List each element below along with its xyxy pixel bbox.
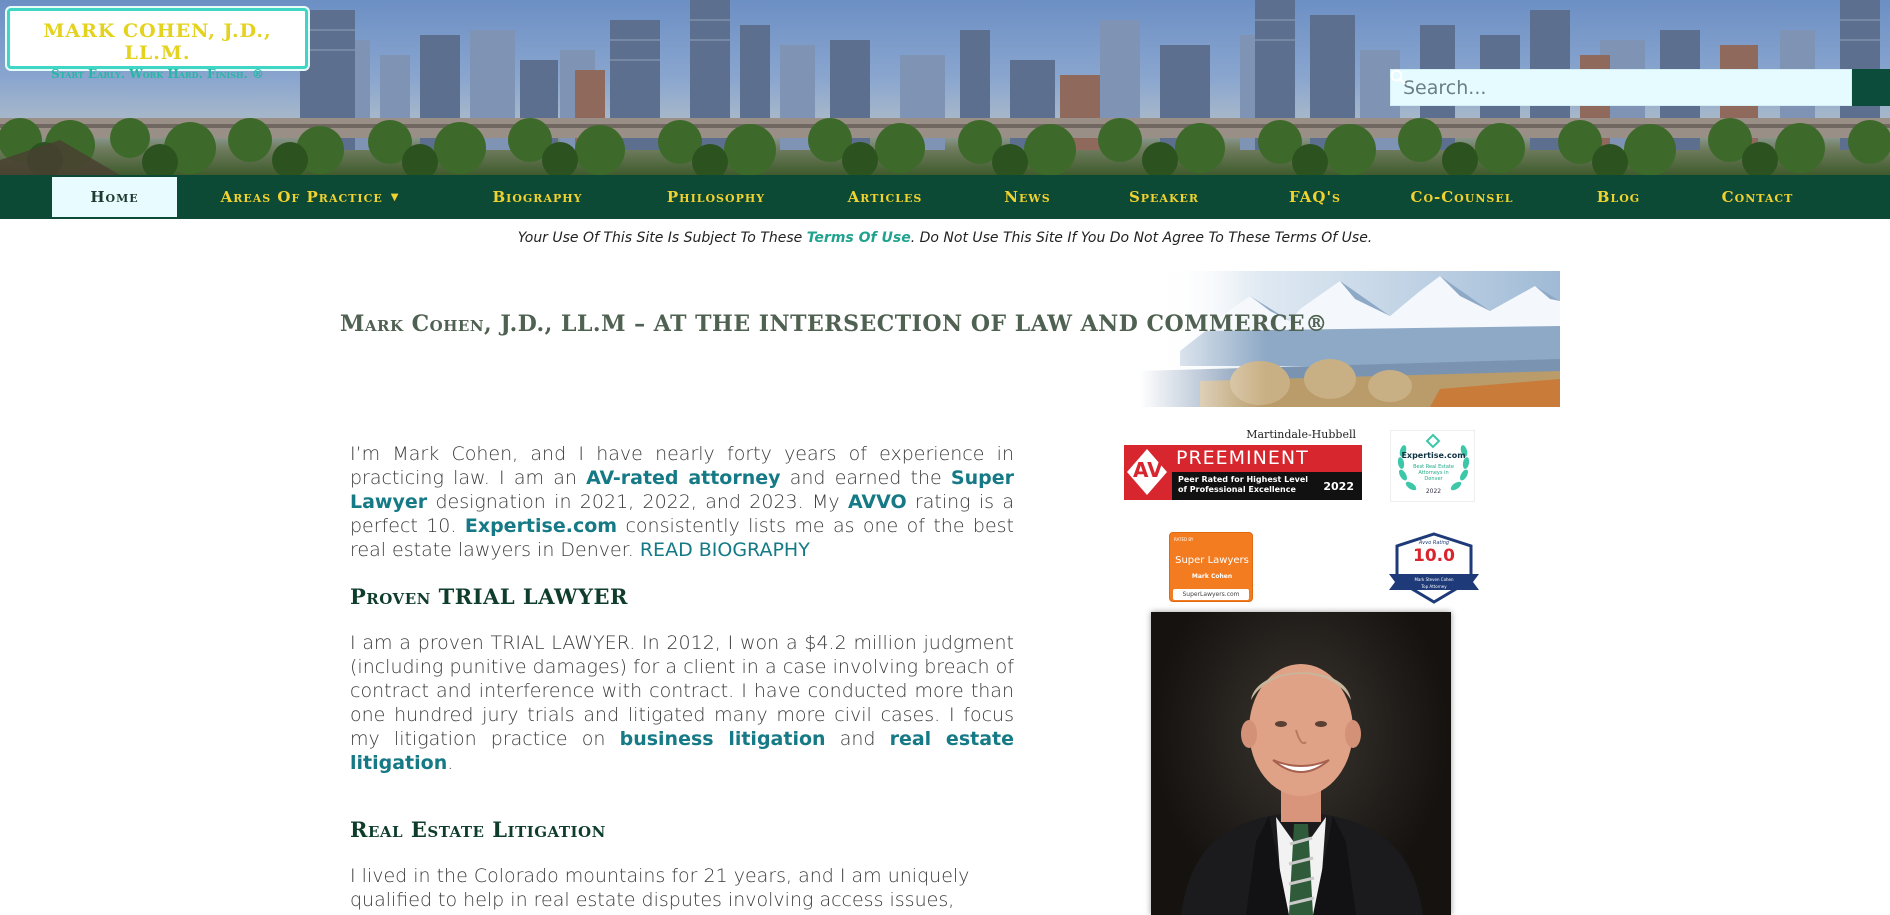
avvo-name: Mark Steven Cohen <box>1414 577 1454 582</box>
nav-item-biography[interactable]: Biography <box>470 177 605 217</box>
intro-text: and earned the <box>780 467 951 489</box>
search-button[interactable] <box>1390 69 1890 106</box>
real-estate-litigation-heading: Real Estate Litigation <box>350 817 606 842</box>
trial-paragraph: I am a proven TRIAL LAWYER. In 2012, I w… <box>350 631 1014 775</box>
super-lawyers-brand: Super Lawyers <box>1175 555 1249 566</box>
trial-text: . <box>447 752 454 774</box>
terms-notice-before: Your Use Of This Site Is Subject To Thes… <box>517 230 807 246</box>
expertise-lines: Best Real Estate Attorneys in Denver <box>1391 464 1476 482</box>
super-lawyers-site: SuperLawyers.com <box>1173 589 1249 600</box>
nav-item-contact[interactable]: Contact <box>1710 177 1805 217</box>
expertise-link[interactable]: Expertise.com <box>465 515 617 537</box>
nav-item-philosophy[interactable]: Philosophy <box>650 177 782 217</box>
avvo-ribbon: Top Attorney <box>1421 584 1447 589</box>
trial-text: and <box>825 728 890 750</box>
search-form <box>1390 69 1890 106</box>
business-litigation-link[interactable]: business litigation <box>620 728 826 750</box>
main-nav: Home Areas Of Practice ▼ Biography Philos… <box>0 175 1890 219</box>
martindale-subtitle-bar: Peer Rated for Highest Level of Professio… <box>1172 472 1362 500</box>
read-biography-link[interactable]: READ BIOGRAPHY <box>640 539 810 561</box>
martindale-av-preeminent-badge[interactable]: Martindale-Hubbell AV PREEMINENT Peer Ra… <box>1124 428 1362 502</box>
nav-item-co-counsel[interactable]: Co-Counsel <box>1397 177 1527 217</box>
martindale-year: 2022 <box>1323 480 1354 493</box>
nav-item-news[interactable]: News <box>990 177 1065 217</box>
main-content: I’m Mark Cohen, and I have nearly forty … <box>350 442 1014 915</box>
terms-notice: Your Use Of This Site Is Subject To Thes… <box>0 230 1890 246</box>
super-lawyers-badge[interactable]: RATED BY Super Lawyers Mark Cohen SuperL… <box>1169 532 1253 602</box>
terms-of-use-link[interactable]: Terms Of Use <box>807 230 911 246</box>
header-banner: MARK COHEN, J.D., LL.M. Start Early. Wor… <box>0 0 1890 175</box>
nav-item-home[interactable]: Home <box>52 177 177 217</box>
caret-down-icon: ▼ <box>390 192 400 203</box>
intro-paragraph: I’m Mark Cohen, and I have nearly forty … <box>350 442 1014 562</box>
hero-title: Mark Cohen, J.D., LL.M – AT THE INTERSEC… <box>340 311 1328 337</box>
intro-text: designation in 2021, 2022, and 2023. My <box>427 491 848 513</box>
avvo-score: 10.0 <box>1413 546 1455 566</box>
terms-notice-after: . Do Not Use This Site If You Do Not Agr… <box>910 230 1373 246</box>
expertise-badge[interactable]: Expertise.com Best Real Estate Attorneys … <box>1390 430 1475 502</box>
super-lawyers-rated-by: RATED BY <box>1174 537 1194 542</box>
trial-lawyer-heading: Proven TRIAL LAWYER <box>350 584 628 609</box>
mark-cohen-portrait-photo <box>1151 612 1451 915</box>
nav-item-faqs[interactable]: FAQ's <box>1270 177 1360 217</box>
martindale-sub1: Peer Rated for Highest Level <box>1178 475 1309 484</box>
portrait-illustration <box>1181 664 1423 915</box>
martindale-subtitle: Peer Rated for Highest Level of Professio… <box>1178 475 1308 495</box>
logo-tagline: Start Early. Work Hard. Finish. ® <box>51 67 264 81</box>
martindale-badge-body: AV PREEMINENT Peer Rated for Highest Lev… <box>1124 445 1362 500</box>
expertise-line3: Denver <box>1424 476 1443 482</box>
preeminent-text: PREEMINENT <box>1176 447 1309 469</box>
mountain-landscape-image <box>1140 271 1560 407</box>
av-rated-attorney-link[interactable]: AV-rated attorney <box>586 467 780 489</box>
expertise-brand: Expertise.com <box>1401 451 1466 460</box>
site-logo[interactable]: MARK COHEN, J.D., LL.M. Start Early. Wor… <box>7 8 308 81</box>
martindale-sub2: of Professional Excellence <box>1178 485 1296 494</box>
avvo-rating-badge[interactable]: Avvo Rating 10.0 Mark Steven Cohen Top A… <box>1389 532 1479 604</box>
search-icon <box>1390 69 1406 85</box>
martindale-brand: Martindale-Hubbell <box>1246 428 1356 441</box>
search-input[interactable] <box>1390 69 1852 106</box>
avvo-link[interactable]: AVVO <box>848 491 907 513</box>
nav-item-speaker[interactable]: Speaker <box>1118 177 1210 217</box>
nav-item-label: Areas Of Practice <box>220 188 383 206</box>
super-lawyers-name: Mark Cohen <box>1191 573 1233 580</box>
hero-banner: Mark Cohen, J.D., LL.M – AT THE INTERSEC… <box>340 271 1560 407</box>
nav-item-articles[interactable]: Articles <box>835 177 935 217</box>
expertise-year: 2022 <box>1425 488 1442 495</box>
real-estate-paragraph: I lived in the Colorado mountains for 21… <box>350 865 970 915</box>
nav-item-areas-of-practice[interactable]: Areas Of Practice ▼ <box>200 177 420 217</box>
av-rating-text: AV <box>1133 458 1163 482</box>
nav-item-blog[interactable]: Blog <box>1586 177 1651 217</box>
logo-title: MARK COHEN, J.D., LL.M. <box>43 20 272 64</box>
